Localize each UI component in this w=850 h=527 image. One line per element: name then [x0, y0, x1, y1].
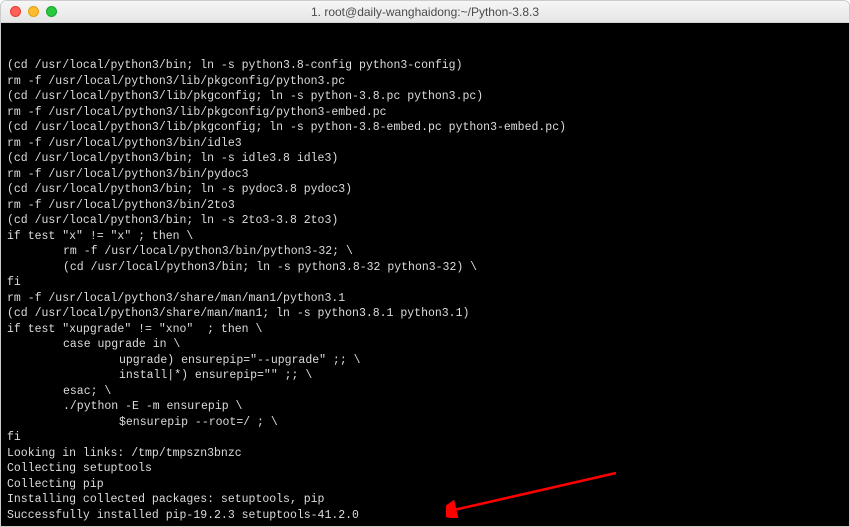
- terminal-output: (cd /usr/local/python3/bin; ln -s python…: [7, 58, 843, 523]
- terminal-line: rm -f /usr/local/python3/bin/2to3: [7, 198, 843, 214]
- maximize-icon[interactable]: [46, 6, 57, 17]
- terminal-line: Collecting setuptools: [7, 461, 843, 477]
- terminal-window: 1. root@daily-wanghaidong:~/Python-3.8.3…: [0, 0, 850, 527]
- terminal-line: (cd /usr/local/python3/bin; ln -s idle3.…: [7, 151, 843, 167]
- terminal-line: install|*) ensurepip="" ;; \: [7, 368, 843, 384]
- window-title: 1. root@daily-wanghaidong:~/Python-3.8.3: [1, 5, 849, 19]
- terminal-line: rm -f /usr/local/python3/share/man/man1/…: [7, 291, 843, 307]
- terminal-line: rm -f /usr/local/python3/bin/idle3: [7, 136, 843, 152]
- terminal-line: (cd /usr/local/python3/bin; ln -s 2to3-3…: [7, 213, 843, 229]
- terminal-body[interactable]: (cd /usr/local/python3/bin; ln -s python…: [1, 23, 849, 526]
- terminal-line: (cd /usr/local/python3/share/man/man1; l…: [7, 306, 843, 322]
- terminal-line: (cd /usr/local/python3/bin; ln -s pydoc3…: [7, 182, 843, 198]
- terminal-line: case upgrade in \: [7, 337, 843, 353]
- terminal-line: (cd /usr/local/python3/lib/pkgconfig; ln…: [7, 89, 843, 105]
- terminal-line: rm -f /usr/local/python3/lib/pkgconfig/p…: [7, 74, 843, 90]
- terminal-line: (cd /usr/local/python3/bin; ln -s python…: [7, 58, 843, 74]
- minimize-icon[interactable]: [28, 6, 39, 17]
- terminal-line: $ensurepip --root=/ ; \: [7, 415, 843, 431]
- terminal-line: if test "x" != "x" ; then \: [7, 229, 843, 245]
- terminal-line: Successfully installed pip-19.2.3 setupt…: [7, 508, 843, 524]
- terminal-line: if test "xupgrade" != "xno" ; then \: [7, 322, 843, 338]
- terminal-line: fi: [7, 275, 843, 291]
- terminal-line: rm -f /usr/local/python3/lib/pkgconfig/p…: [7, 105, 843, 121]
- close-icon[interactable]: [10, 6, 21, 17]
- terminal-line: Looking in links: /tmp/tmpszn3bnzc: [7, 446, 843, 462]
- terminal-line: rm -f /usr/local/python3/bin/pydoc3: [7, 167, 843, 183]
- traffic-lights: [1, 6, 57, 17]
- terminal-line: esac; \: [7, 384, 843, 400]
- terminal-line: (cd /usr/local/python3/bin; ln -s python…: [7, 260, 843, 276]
- terminal-line: rm -f /usr/local/python3/bin/python3-32;…: [7, 244, 843, 260]
- terminal-line: ./python -E -m ensurepip \: [7, 399, 843, 415]
- terminal-line: Collecting pip: [7, 477, 843, 493]
- terminal-line: (cd /usr/local/python3/lib/pkgconfig; ln…: [7, 120, 843, 136]
- terminal-line: upgrade) ensurepip="--upgrade" ;; \: [7, 353, 843, 369]
- terminal-line: fi: [7, 430, 843, 446]
- titlebar[interactable]: 1. root@daily-wanghaidong:~/Python-3.8.3: [1, 1, 849, 23]
- terminal-line: Installing collected packages: setuptool…: [7, 492, 843, 508]
